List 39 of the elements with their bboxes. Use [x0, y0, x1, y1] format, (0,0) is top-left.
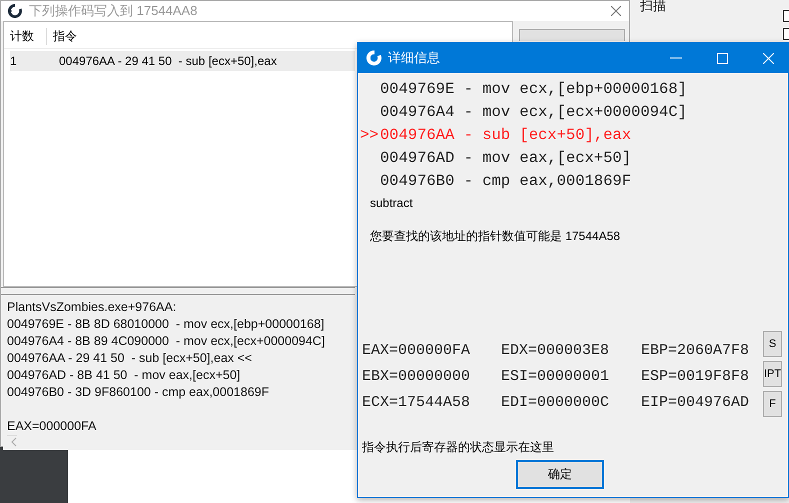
code-line: 004976A4 - mov ecx,[ecx+0000094C] — [379, 102, 688, 123]
ok-button[interactable]: 确定 — [516, 460, 604, 489]
register-value: EBP=2060A7F8 — [641, 341, 750, 361]
disassembly-line: PlantsVsZombies.exe+976AA: — [7, 299, 176, 316]
column-header[interactable]: 指令 — [47, 28, 77, 44]
disassembly-line: 004976AD - 8B 41 50 - mov eax,[ecx+50] — [7, 367, 240, 384]
description-text: subtract — [370, 196, 414, 212]
column-header[interactable]: 计数 — [4, 28, 47, 44]
disassembly-line: 004976AA - 29 41 50 - sub [ecx+50],eax << — [7, 350, 252, 367]
code-line: 004976B0 - cmp eax,0001869F — [379, 171, 632, 192]
side-button[interactable]: F — [763, 391, 782, 417]
maximize-icon[interactable] — [716, 52, 728, 64]
register-value: ECX=17544A58 — [362, 393, 472, 413]
code-line: 0049769E - mov ecx,[ebp+00000168] — [379, 79, 688, 100]
disassembly-line: 004976B0 - 3D 9F860100 - cmp eax,0001869F — [7, 384, 269, 401]
code-line: 004976AD - mov eax,[ecx+50] — [379, 148, 632, 169]
register-value: EIP=004976AD — [641, 393, 750, 413]
window-title: 下列操作码写入到 17544AA8 — [29, 2, 198, 20]
side-button[interactable]: IPT — [763, 361, 782, 387]
register-value: ESI=00000001 — [501, 367, 610, 387]
table-cell-text: 1 — [10, 54, 18, 68]
register-value: EBX=00000000 — [362, 367, 472, 387]
register-value: EAX=000000FA — [362, 341, 472, 361]
table-cell-text: 004976AA - 29 41 50 - sub [ecx+50],eax — [58, 54, 277, 68]
minimize-icon[interactable] — [670, 57, 682, 59]
status-text: 指令执行后寄存器的状态显示在这里 — [362, 439, 555, 456]
pointer-hint-text: 您要查找的该地址的指针数值可能是 17544A58 — [370, 228, 622, 245]
register-value: EDI=0000000C — [501, 393, 610, 413]
close-icon[interactable] — [611, 6, 621, 16]
disassembly-line: 0049769E - 8B 8D 68010000 - mov ecx,[ebp+00000168] — [7, 316, 324, 333]
disassembly-line: 004976A4 - 8B 89 4C090000 - mov ecx,[ecx+0000094C] — [7, 333, 325, 350]
side-button[interactable]: S — [763, 331, 782, 357]
splitter-bar[interactable] — [1, 287, 355, 295]
window-title: 详细信息 — [388, 49, 441, 67]
register-line: EAX=000000FA — [7, 418, 96, 435]
register-value: EDX=000003E8 — [501, 341, 610, 361]
register-value: ESP=0019F8F8 — [641, 367, 750, 387]
table-row[interactable]: 1 004976AA - 29 41 50 - sub [ecx+50],eax — [10, 51, 355, 71]
code-line: >>004976AA - sub [ecx+50],eax — [360, 125, 632, 146]
